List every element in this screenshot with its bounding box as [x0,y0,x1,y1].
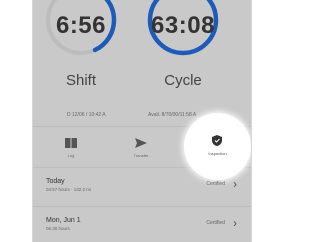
status-info-right: Avail. 8/70/00/11:58 A [148,112,197,118]
shift-label: Shift [65,72,96,89]
log-day-status: Certified [206,220,225,226]
chevron-right-icon: › [233,177,237,191]
log-day-status: Certified [206,181,225,187]
log-day-row[interactable]: Mon, Jun 1 06:30 hours Certified › [33,207,251,242]
cycle-time: 63:08 [151,12,215,39]
log-day-title: Today [46,178,65,185]
shift-time: 6:56 [55,12,107,39]
phone-screen: 6:56 Shift 63:08 Cycle D 12/06 / 10:42 A… [33,0,251,242]
log-day-subtitle: 04:57 hours · 132.2 mi [46,187,92,192]
log-action-button[interactable]: Log [41,127,101,167]
inspection-action-label: Inspection [208,151,227,156]
status-info-left: D 12/06 / 10:42 A [67,112,106,118]
chevron-right-icon: › [233,216,237,230]
shield-icon [212,135,222,146]
shift-clock: 6:56 [43,0,119,58]
log-day-subtitle: 06:30 hours [46,226,70,231]
transfer-action-label: Transfer [133,153,149,158]
transfer-action-button[interactable]: Transfer [111,127,171,167]
send-arrow-icon [135,138,147,148]
log-book-icon [65,138,77,148]
cycle-label: Cycle [164,72,202,89]
log-day-row[interactable]: Today 04:57 hours · 132.2 mi Certified › [33,168,251,207]
log-day-title: Mon, Jun 1 [46,217,81,224]
cycle-clock: 63:08 [145,0,221,58]
screenshot-stage: 6:56 Shift 63:08 Cycle D 12/06 / 10:42 A… [0,0,263,242]
log-action-label: Log [67,153,75,158]
